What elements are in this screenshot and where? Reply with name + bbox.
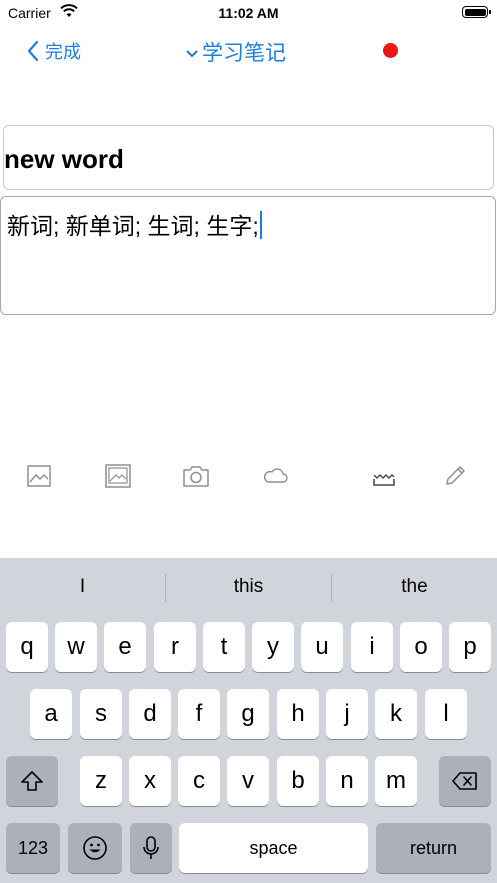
pencil-icon [446,466,465,485]
key-h[interactable]: h [277,689,319,739]
key-i[interactable]: i [351,622,393,672]
suggestion-1[interactable]: I [0,558,165,616]
backspace-icon [452,772,477,790]
key-z[interactable]: z [80,756,122,806]
key-l[interactable]: l [425,689,467,739]
key-y[interactable]: y [252,622,294,672]
dictation-key[interactable] [130,823,172,873]
key-m[interactable]: m [375,756,417,806]
gallery-icon [105,464,131,488]
emoji-icon [83,836,107,860]
emoji-key[interactable] [68,823,122,873]
key-u[interactable]: u [301,622,343,672]
key-p[interactable]: p [449,622,491,672]
status-bar: Carrier 11:02 AM [0,0,497,28]
camera-button[interactable] [178,458,214,494]
key-b[interactable]: b [277,756,319,806]
camera-icon [183,466,209,487]
space-key[interactable]: space [179,823,368,873]
key-x[interactable]: x [129,756,171,806]
delete-key[interactable] [439,756,491,806]
navigation-bar: 完成 学习笔记 [0,28,497,76]
scan-button[interactable] [366,458,402,494]
suggestion-bar: I this the [0,558,497,616]
return-key[interactable]: return [376,823,491,873]
key-c[interactable]: c [178,756,220,806]
key-a[interactable]: a [30,689,72,739]
key-j[interactable]: j [326,689,368,739]
shift-key[interactable] [6,756,58,806]
key-d[interactable]: d [129,689,171,739]
image-icon [27,465,51,487]
key-f[interactable]: f [178,689,220,739]
cloud-icon [263,468,288,483]
key-s[interactable]: s [80,689,122,739]
notebook-selector[interactable]: 学习笔记 [186,37,286,67]
key-o[interactable]: o [400,622,442,672]
key-q[interactable]: q [6,622,48,672]
key-w[interactable]: w [55,622,97,672]
key-v[interactable]: v [227,756,269,806]
suggestion-3[interactable]: the [332,558,497,616]
numbers-key[interactable]: 123 [6,823,60,873]
key-g[interactable]: g [227,689,269,739]
notebook-title: 学习笔记 [202,42,286,65]
microphone-icon [143,836,159,859]
key-r[interactable]: r [154,622,196,672]
text-cursor [259,211,262,239]
title-input-value: new word [4,144,124,174]
chevron-left-icon [27,40,39,62]
keyboard: I this the q w e r t y u i o p a s d f g… [0,558,497,883]
insert-image-button[interactable] [21,458,57,494]
scan-icon [373,474,395,486]
key-e[interactable]: e [104,622,146,672]
insert-gallery-button[interactable] [100,458,136,494]
chevron-down-icon [186,50,198,57]
cloud-button[interactable] [257,458,293,494]
suggestion-2[interactable]: this [166,558,331,616]
draw-button[interactable] [437,458,473,494]
clock: 11:02 AM [218,5,279,21]
record-indicator[interactable] [383,43,398,58]
key-t[interactable]: t [203,622,245,672]
body-field[interactable]: 新词; 新单词; 生词; 生字; [0,196,496,315]
key-k[interactable]: k [375,689,417,739]
note-toolbar [0,458,497,494]
title-field[interactable]: new word [3,125,494,190]
battery-icon [462,6,491,18]
shift-icon [21,771,43,791]
back-button[interactable]: 完成 [27,38,81,64]
key-n[interactable]: n [326,756,368,806]
body-input-value: 新词; 新单词; 生词; 生字; [7,213,259,239]
back-label: 完成 [45,42,81,62]
